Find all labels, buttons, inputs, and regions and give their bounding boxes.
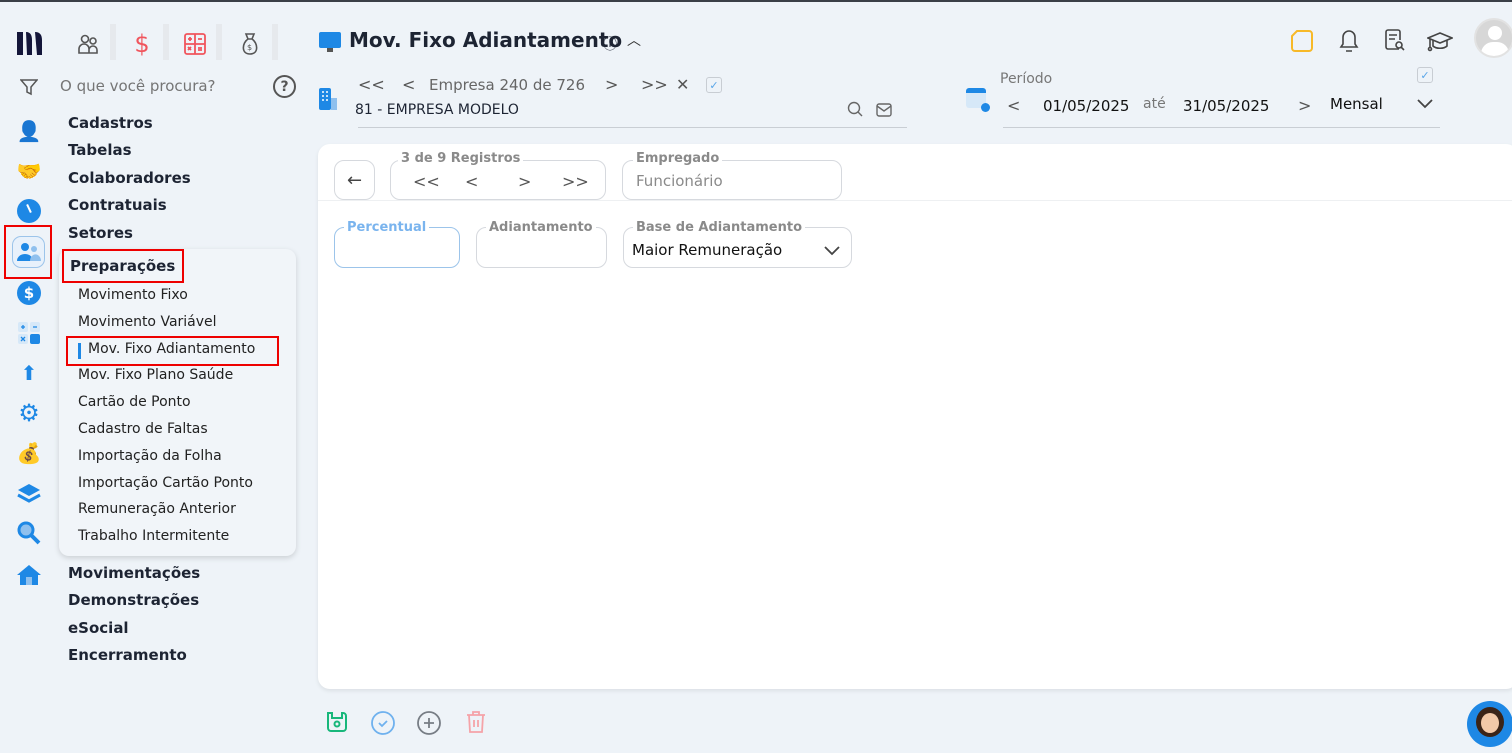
layers-rail-icon[interactable] [12,476,46,510]
menu-group-demonstrações[interactable]: Demonstrações [68,591,199,609]
employee-placeholder: Funcionário [636,172,723,190]
company-checkbox[interactable]: ✓ [706,77,722,93]
dollar-rail-icon[interactable]: $ [12,276,46,310]
menu-group-colaboradores[interactable]: Colaboradores [68,169,191,187]
period-start[interactable]: 01/05/2025 [1043,97,1129,115]
submenu-item[interactable]: Mov. Fixo Plano Saúde [78,367,233,383]
period-checkbox[interactable]: ✓ [1417,67,1433,83]
assistant-avatar[interactable] [1467,701,1512,747]
base-label: Base de Adiantamento [633,220,806,235]
period-type-select[interactable]: Mensal [1330,95,1383,113]
employee-label: Empregado [633,151,723,166]
confirm-button[interactable] [371,711,395,739]
menu-group-preparacoes[interactable]: Preparações [70,257,175,275]
company-clear-button[interactable]: ✕ [676,75,689,94]
period-separator: até [1143,96,1166,112]
company-prev-button[interactable]: < [402,75,415,94]
submenu-item[interactable]: Movimento Fixo [78,287,188,303]
search-rail-icon[interactable] [12,516,46,550]
dollar-icon[interactable]: $ [124,30,160,58]
records-last-button[interactable]: >> [562,172,589,191]
submenu-item[interactable]: Movimento Variável [78,314,217,330]
help-icon[interactable]: ? [273,75,296,98]
people-rail-icon[interactable] [12,236,45,268]
card-divider [318,200,1512,201]
back-button[interactable]: ← [334,160,375,200]
graduation-cap-icon[interactable] [1425,30,1455,58]
period-label: Período [1000,71,1053,87]
bell-icon[interactable] [1339,29,1359,57]
menu-group-cadastros[interactable]: Cadastros [68,114,153,132]
gear-rail-icon[interactable]: ⚙ [12,396,46,430]
menu-group-encerramento[interactable]: Encerramento [68,646,187,664]
menu-group-tabelas[interactable]: Tabelas [68,141,132,159]
period-underline [1003,127,1440,128]
menu-group-contratuais[interactable]: Contratuais [68,196,167,214]
divider [272,24,278,60]
submenu-item-active[interactable]: Mov. Fixo Adiantamento [88,341,255,357]
monitor-icon [319,32,341,52]
company-next-button[interactable]: > [605,75,618,94]
base-chevron-icon[interactable] [823,242,841,261]
home-rail-icon[interactable] [12,558,46,592]
advance-label: Adiantamento [486,220,596,235]
handshake-icon[interactable]: 🤝 [12,154,46,188]
menu-group-esocial[interactable]: eSocial [68,619,129,637]
submenu-item[interactable]: Cadastro de Faltas [78,421,208,437]
company-last-button[interactable]: >> [641,75,668,94]
records-prev-button[interactable]: < [465,172,478,191]
building-icon [318,87,338,111]
records-next-button[interactable]: > [518,172,531,191]
submenu-item[interactable]: Remuneração Anterior [78,501,236,517]
calculator-icon[interactable] [177,30,213,58]
company-first-button[interactable]: << [358,75,385,94]
search-input[interactable] [60,74,260,98]
people-icon[interactable] [71,30,107,58]
records-label: 3 de 9 Registros [398,151,524,166]
percent-label: Percentual [344,220,430,235]
menu-group-movimentações[interactable]: Movimentações [68,564,200,582]
submenu-item[interactable]: Importação da Folha [78,448,222,464]
user-settings-icon[interactable]: 👤 [12,114,46,148]
submenu-item[interactable]: Importação Cartão Ponto [78,475,253,491]
svg-text:$: $ [247,43,252,52]
info-icon[interactable]: ⓘ [603,34,617,54]
growth-rail-icon[interactable]: ⬆ [12,356,46,390]
filter-icon[interactable] [18,76,40,98]
money-bag-rail-icon[interactable]: 💰 [12,436,46,470]
collapse-chevron-icon[interactable]: ︿ [627,30,641,50]
divider [110,24,116,60]
company-field[interactable]: 81 - EMPRESA MODELO [355,102,519,118]
menu-group-setores[interactable]: Setores [68,224,133,242]
clock-icon[interactable] [12,194,46,228]
period-next-button[interactable]: > [1298,96,1311,115]
page-title: Mov. Fixo Adiantamento [349,28,623,52]
logo-icon[interactable] [14,28,46,58]
submenu-item[interactable]: Trabalho Intermitente [78,528,229,544]
save-button[interactable] [325,710,349,738]
period-end[interactable]: 31/05/2025 [1183,97,1269,115]
company-mail-icon[interactable] [876,102,892,121]
document-search-icon[interactable] [1385,29,1405,57]
company-search-icon[interactable] [847,101,863,121]
money-bag-icon[interactable]: $ [232,30,268,58]
period-prev-button[interactable]: < [1007,96,1020,115]
divider [163,24,169,60]
calendar-icon [966,88,990,112]
company-underline [358,127,907,128]
active-indicator [78,343,81,359]
submenu-item[interactable]: Cartão de Ponto [78,394,191,410]
divider [216,24,222,60]
delete-button[interactable] [465,710,487,738]
base-value: Maior Remuneração [632,241,783,259]
records-first-button[interactable]: << [413,172,440,191]
period-type-chevron-icon[interactable] [1416,95,1434,114]
avatar[interactable] [1474,18,1512,58]
calculator-rail-icon[interactable] [12,316,46,350]
company-counter: Empresa 240 de 726 [429,76,585,94]
notes-icon[interactable] [1291,30,1313,56]
add-button[interactable] [417,711,441,739]
